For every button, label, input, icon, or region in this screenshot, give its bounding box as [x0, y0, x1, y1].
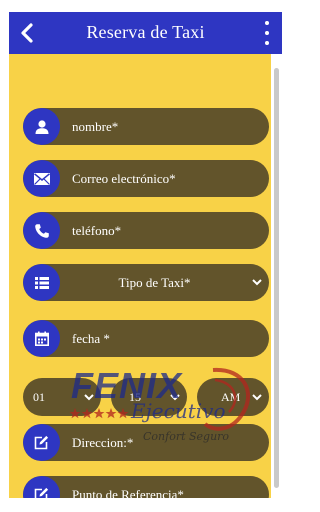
taxi-type-value: Tipo de Taxi*: [118, 275, 191, 290]
edit-icon: [34, 435, 49, 450]
date-icon-box: [23, 320, 60, 357]
phone-icon-box: [23, 212, 60, 249]
address-placeholder: Direccion:*: [72, 435, 134, 450]
person-icon: [35, 119, 48, 134]
ampm-select[interactable]: AM: [197, 378, 269, 416]
envelope-icon: [33, 172, 50, 185]
email-field[interactable]: Correo electrónico*: [23, 160, 269, 197]
reservation-form: nombre* Correo electrónico* teléfono* Ti…: [9, 54, 271, 498]
hour-select[interactable]: 01: [23, 378, 101, 416]
email-placeholder: Correo electrónico*: [72, 171, 176, 186]
page-title: Reserva de Taxi: [86, 22, 205, 42]
taxi-type-icon-box: [23, 264, 60, 301]
taxi-type-select[interactable]: Tipo de Taxi*: [23, 264, 269, 301]
reference-icon-box: [23, 476, 60, 498]
overflow-menu-button[interactable]: [262, 21, 272, 45]
app-screen: Reserva de Taxi nombre* Correo electróni…: [9, 12, 282, 498]
menu-dot: [265, 21, 269, 25]
app-bar: Reserva de Taxi: [9, 12, 282, 54]
reference-field[interactable]: Punto de Referencia*: [23, 476, 269, 498]
chevron-down-icon: [84, 394, 94, 401]
date-placeholder: fecha *: [72, 331, 110, 346]
menu-dot: [265, 31, 269, 35]
hour-value: 01: [33, 390, 45, 404]
menu-dot: [265, 41, 269, 45]
scrollbar[interactable]: [271, 54, 282, 498]
minute-value: 15: [129, 390, 141, 404]
time-selector-row: 01 15 AM: [23, 378, 269, 416]
calendar-icon: [34, 331, 49, 346]
minute-select[interactable]: 15: [111, 378, 187, 416]
chevron-down-icon: [170, 394, 180, 401]
phone-icon: [34, 223, 49, 238]
address-field[interactable]: Direccion:*: [23, 424, 269, 461]
phone-placeholder: teléfono*: [72, 223, 122, 238]
address-icon-box: [23, 424, 60, 461]
name-field[interactable]: nombre*: [23, 108, 269, 145]
name-placeholder: nombre*: [72, 119, 119, 134]
reference-placeholder: Punto de Referencia*: [72, 487, 184, 498]
email-icon-box: [23, 160, 60, 197]
chevron-down-icon: [252, 394, 262, 401]
phone-field[interactable]: teléfono*: [23, 212, 269, 249]
list-icon: [34, 276, 49, 289]
scrollbar-thumb[interactable]: [274, 68, 279, 488]
name-icon-box: [23, 108, 60, 145]
chevron-down-icon: [252, 279, 262, 286]
ampm-value: AM: [221, 390, 241, 404]
date-field[interactable]: fecha *: [23, 320, 269, 357]
edit-icon: [34, 487, 49, 498]
